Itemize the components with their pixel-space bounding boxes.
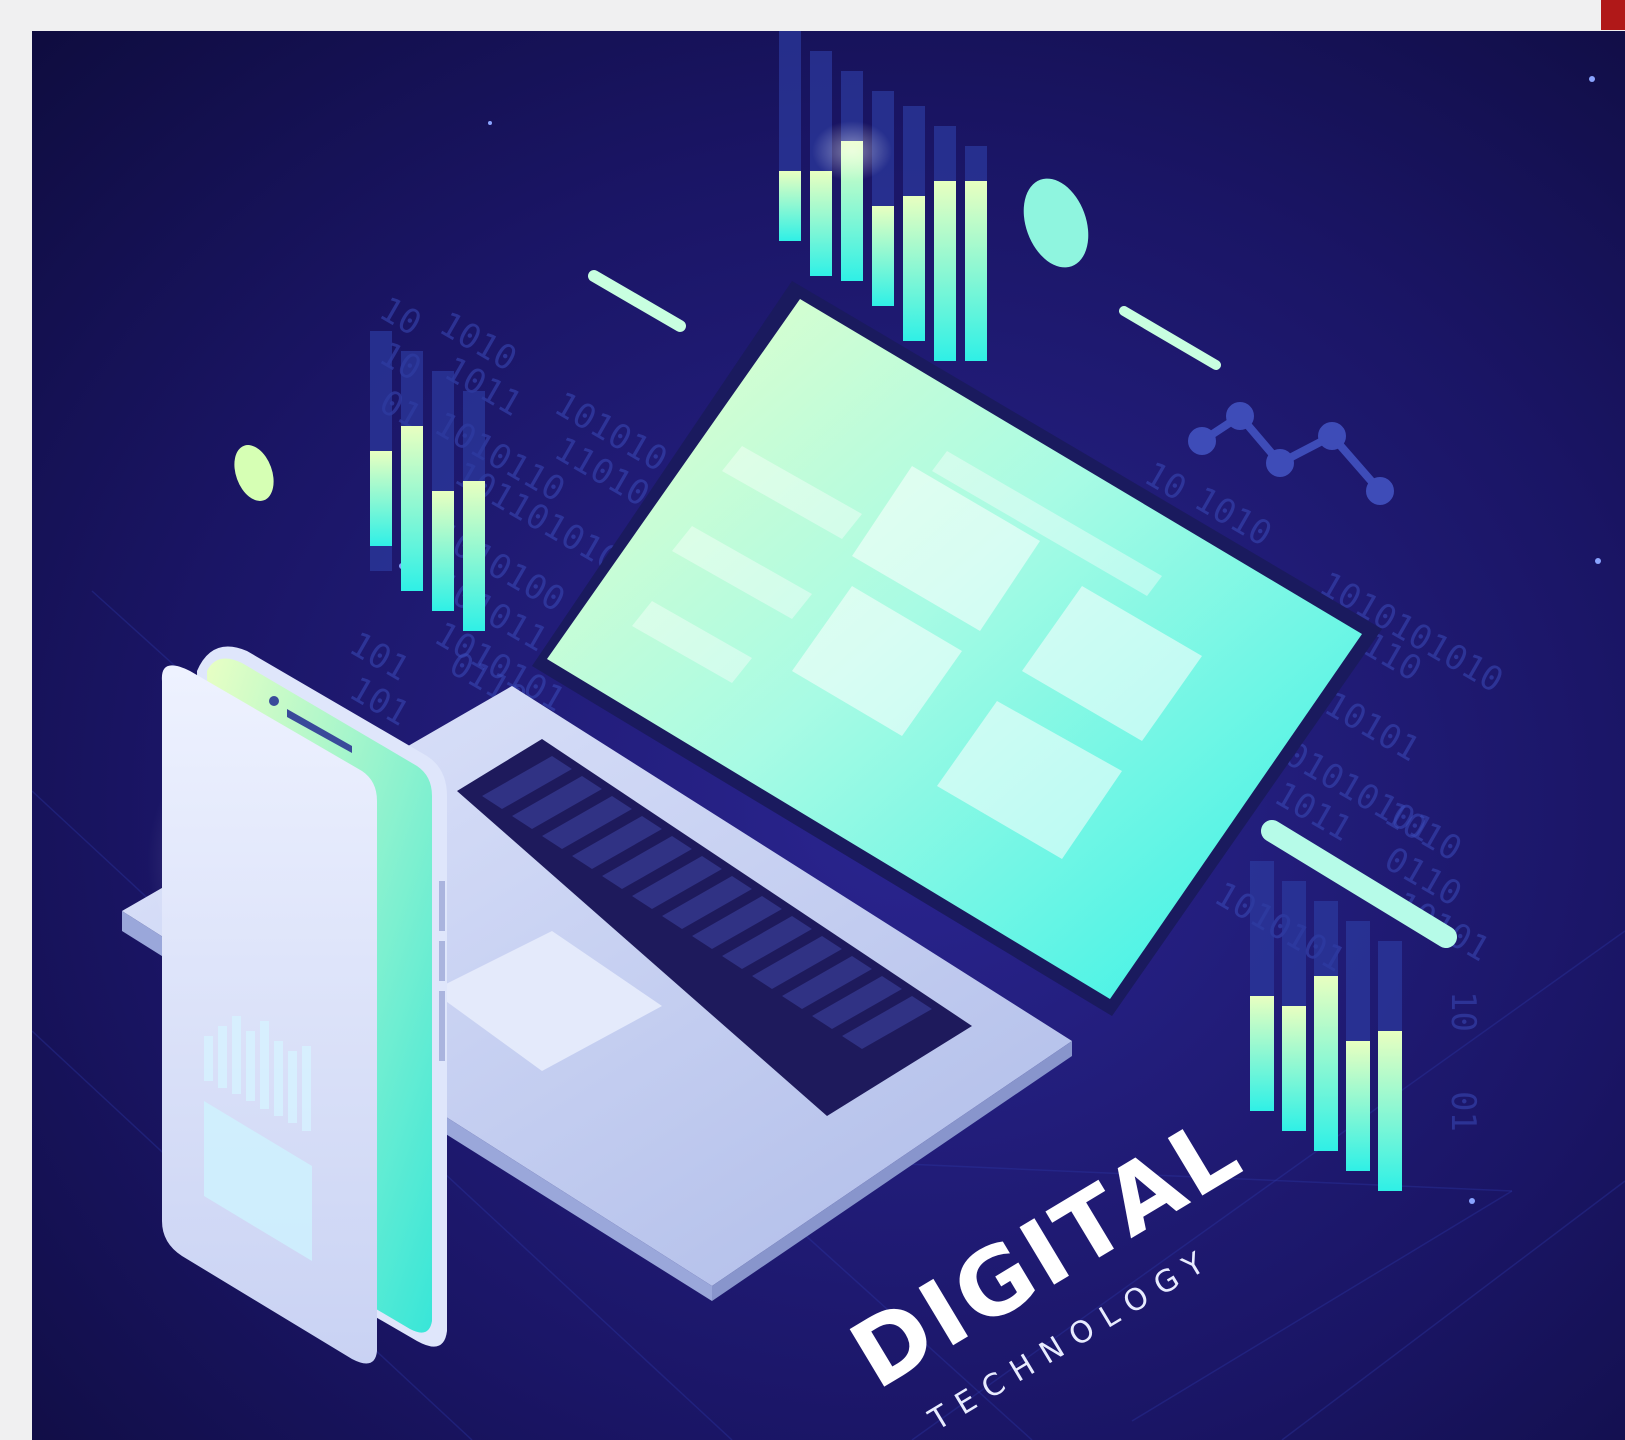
phone-camera bbox=[269, 696, 279, 706]
smartphone bbox=[147, 646, 447, 1364]
phone-back bbox=[161, 665, 377, 1364]
corner-accent bbox=[1601, 0, 1625, 30]
binary-string: 10 bbox=[1443, 991, 1483, 1032]
binary-string: 01 bbox=[1443, 1091, 1483, 1132]
digital-technology-illustration: 10 1010 10 1011 01 101010 11010 1010110 … bbox=[32, 31, 1625, 1440]
